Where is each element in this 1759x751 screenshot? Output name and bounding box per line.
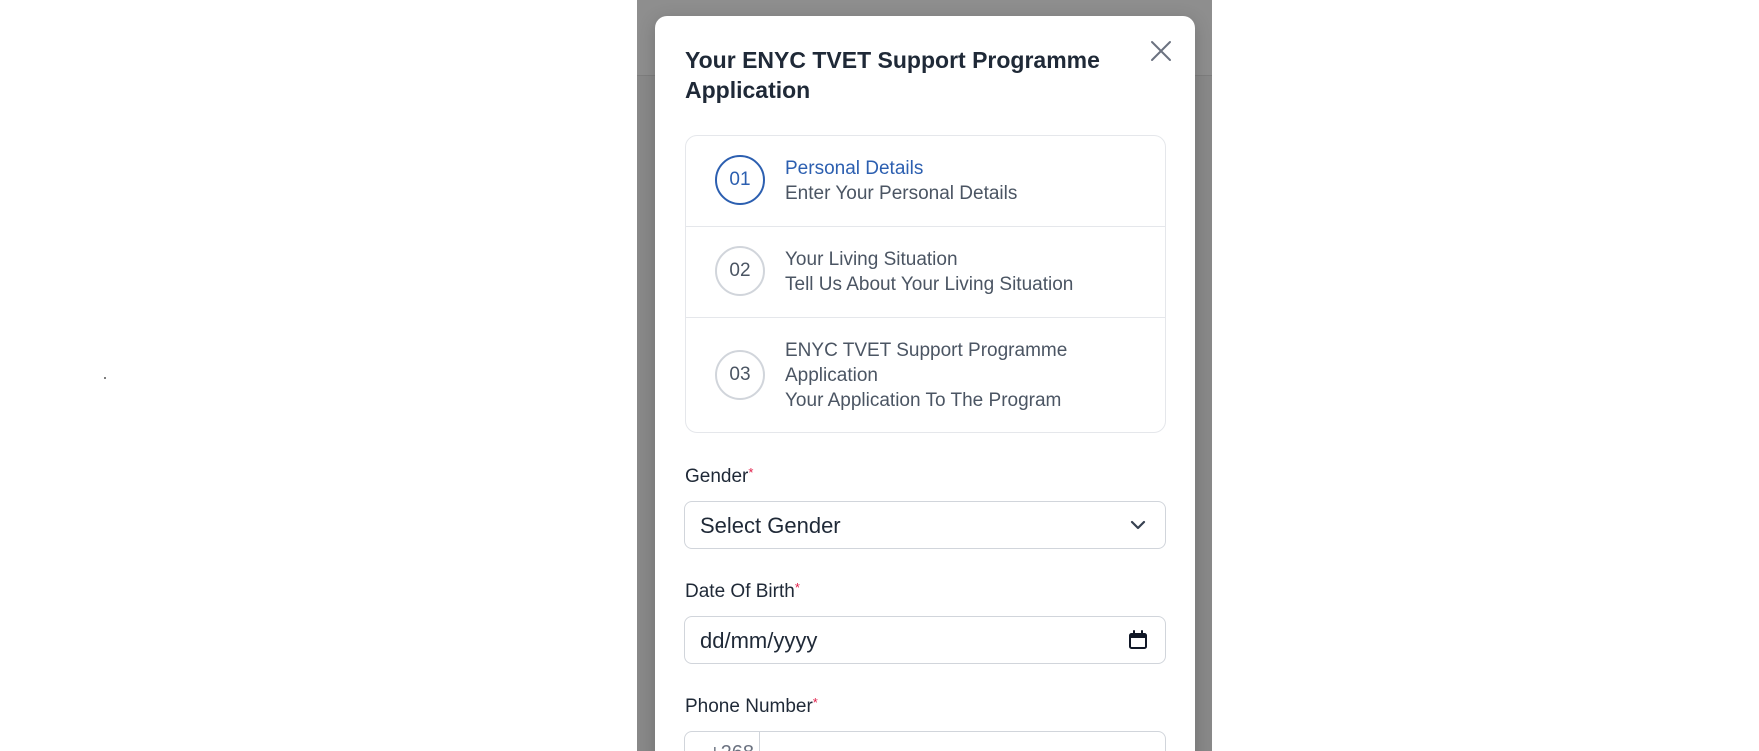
phone-input[interactable]: +268 bbox=[684, 731, 1166, 751]
step-description: Tell Us About Your Living Situation bbox=[785, 274, 1074, 295]
stray-dot bbox=[104, 377, 106, 379]
step-programme-application[interactable]: 03 ENYC TVET Support Programme Applicati… bbox=[686, 317, 1165, 432]
step-title: ENYC TVET Support Programme Application bbox=[785, 340, 1068, 386]
application-stepper: 01 Personal Details Enter Your Personal … bbox=[685, 135, 1166, 433]
close-icon bbox=[1151, 41, 1171, 61]
calendar-icon[interactable] bbox=[1127, 629, 1149, 651]
step-number-badge: 03 bbox=[715, 350, 765, 400]
step-living-situation[interactable]: 02 Your Living Situation Tell Us About Y… bbox=[686, 226, 1165, 317]
gender-select[interactable]: Select Gender bbox=[684, 501, 1166, 549]
dob-label-text: Date Of Birth bbox=[685, 581, 795, 602]
phone-country-code[interactable]: +268 bbox=[685, 732, 760, 751]
step-description: Enter Your Personal Details bbox=[785, 183, 1018, 204]
gender-label-text: Gender bbox=[685, 466, 749, 487]
required-mark: * bbox=[794, 580, 800, 595]
required-mark: * bbox=[812, 695, 818, 710]
close-button[interactable] bbox=[1146, 36, 1176, 66]
gender-label: Gender* bbox=[685, 465, 753, 489]
dob-input[interactable]: dd/mm/yyyy bbox=[684, 616, 1166, 664]
gender-select-value: Select Gender bbox=[700, 513, 841, 538]
step-title: Your Living Situation bbox=[785, 249, 958, 270]
phone-country-code-text: +268 bbox=[709, 742, 754, 751]
step-number-badge: 01 bbox=[715, 155, 765, 205]
modal-title: Your ENYC TVET Support Programme Applica… bbox=[685, 47, 1100, 103]
required-mark: * bbox=[748, 465, 754, 480]
step-number-badge: 02 bbox=[715, 246, 765, 296]
dob-input-placeholder: dd/mm/yyyy bbox=[700, 628, 818, 653]
phone-label-text: Phone Number bbox=[685, 696, 813, 717]
phone-label: Phone Number* bbox=[685, 695, 818, 719]
application-modal: Your ENYC TVET Support Programme Applica… bbox=[655, 16, 1195, 751]
page: Your ENYC TVET Support Programme Applica… bbox=[0, 0, 1759, 751]
chevron-down-icon bbox=[1130, 520, 1146, 530]
step-title: Personal Details bbox=[785, 158, 924, 179]
dob-label: Date Of Birth* bbox=[685, 580, 800, 604]
step-personal-details[interactable]: 01 Personal Details Enter Your Personal … bbox=[686, 136, 1165, 226]
step-description: Your Application To The Program bbox=[785, 390, 1062, 411]
